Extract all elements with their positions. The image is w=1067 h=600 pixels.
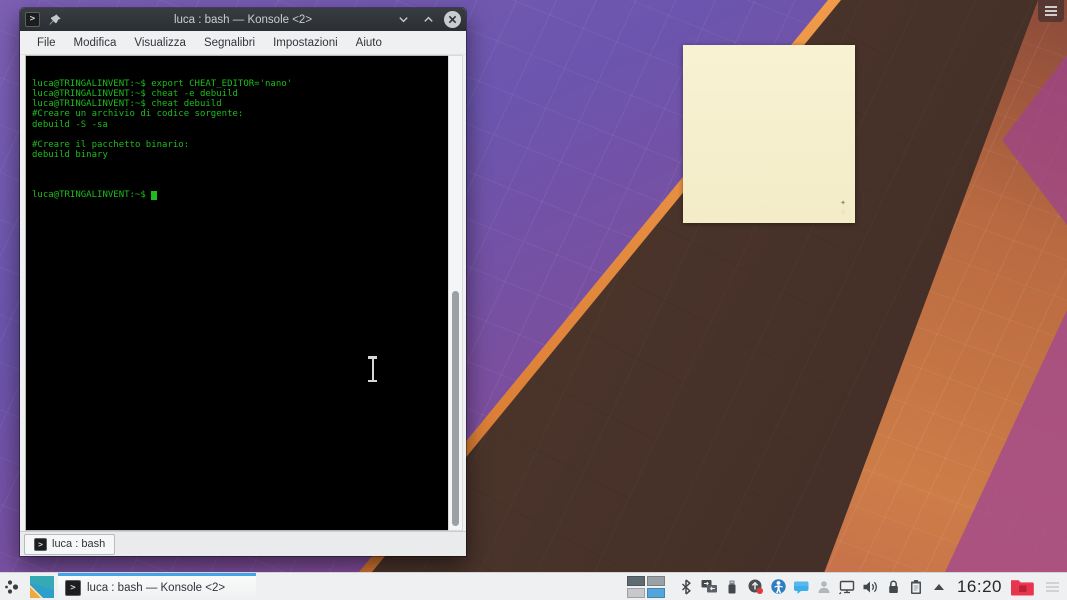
- pager-desktop-3[interactable]: [626, 587, 645, 598]
- expand-tray-icon[interactable]: [930, 576, 949, 598]
- tab-bar: > luca : bash: [20, 531, 466, 556]
- terminal-cursor: [151, 190, 158, 200]
- pager-desktop-2[interactable]: [646, 575, 665, 586]
- tab-label: luca : bash: [52, 538, 106, 550]
- chevron-up-icon: [423, 16, 433, 22]
- clipboard-icon[interactable]: [907, 576, 926, 598]
- menu-item[interactable]: Visualizza: [125, 37, 195, 49]
- terminal-line: luca@TRINGALINVENT:~$ export CHEAT_EDITO…: [32, 79, 293, 90]
- minimize-button[interactable]: [394, 11, 412, 29]
- activities-launcher[interactable]: [0, 573, 28, 600]
- terminal-line: luca@TRINGALINVENT:~$ cheat debuild: [32, 99, 222, 110]
- volume-icon[interactable]: [861, 576, 880, 598]
- menu-item[interactable]: File: [28, 37, 65, 49]
- display-icon[interactable]: [838, 576, 857, 598]
- konsole-tab-icon: >: [34, 537, 47, 551]
- menu-item[interactable]: Segnalibri: [195, 37, 264, 49]
- close-button[interactable]: [444, 11, 461, 28]
- terminal-prompt: luca@TRINGALINVENT:~$: [32, 190, 152, 201]
- info-center-icon[interactable]: [769, 576, 788, 598]
- terminal-scrollbar[interactable]: [448, 55, 463, 531]
- virtual-desktop-pager: [626, 575, 665, 598]
- window-titlebar[interactable]: > luca : bash — Konsole <2>: [20, 8, 466, 31]
- note-resize-icon[interactable]: ◌: [841, 209, 845, 216]
- menu-item[interactable]: Aiuto: [347, 37, 391, 49]
- menu-bar: File Modifica Visualizza Segnalibri Impostaz…: [20, 31, 466, 55]
- konsole-window-icon[interactable]: >: [25, 12, 40, 27]
- bluetooth-icon[interactable]: [677, 576, 696, 598]
- terminal-view[interactable]: luca@TRINGALINVENT:~$ export CHEAT_EDITO…: [25, 55, 448, 531]
- updates-icon[interactable]: [746, 576, 765, 598]
- pager-desktop-4-active[interactable]: [646, 587, 665, 598]
- task-label: luca : bash — Konsole <2>: [87, 582, 226, 594]
- lock-icon[interactable]: [884, 576, 903, 598]
- hamburger-icon: [1045, 6, 1057, 16]
- chevron-down-icon: [398, 17, 408, 23]
- sticky-note-widget[interactable]: ✦ ◌: [683, 45, 855, 223]
- user-icon[interactable]: [815, 576, 834, 598]
- terminal-line: debuild -S -sa: [32, 119, 108, 130]
- system-tray: [677, 576, 949, 598]
- note-settings-icon[interactable]: ✦: [840, 200, 846, 207]
- pin-icon[interactable]: [48, 13, 62, 27]
- taskbar-task-konsole[interactable]: > luca : bash — Konsole <2>: [58, 572, 256, 600]
- dots-arrow-icon: [5, 579, 19, 594]
- konsole-window: > luca : bash — Konsole <2> File Modific…: [20, 8, 466, 556]
- terminal-line: #Creare il pacchetto binario:: [32, 139, 190, 150]
- hamburger-icon: [1045, 581, 1059, 592]
- taskbar-panel: > luca : bash — Konsole <2> 16:20: [0, 572, 1067, 600]
- scrollbar-thumb[interactable]: [452, 291, 459, 526]
- terminal-line: debuild binary: [32, 149, 108, 160]
- pager-desktop-1[interactable]: [626, 575, 645, 586]
- maximize-button[interactable]: [419, 11, 437, 29]
- kickoff-launcher-icon: [30, 575, 54, 598]
- terminal-line: #Creare un archivio di codice sorgente:: [32, 109, 244, 120]
- digital-clock[interactable]: 16:20: [957, 577, 1002, 597]
- menu-item[interactable]: Impostazioni: [264, 37, 347, 49]
- screen-share-icon[interactable]: [700, 576, 719, 598]
- application-launcher[interactable]: [28, 573, 56, 600]
- terminal-line: luca@TRINGALINVENT:~$ cheat -e debuild: [32, 89, 238, 100]
- menu-item[interactable]: Modifica: [65, 37, 126, 49]
- folder-icon[interactable]: [1009, 575, 1035, 599]
- chat-icon[interactable]: [792, 576, 811, 598]
- close-icon: [448, 15, 457, 24]
- konsole-task-icon: >: [65, 580, 81, 596]
- terminal-tab[interactable]: > luca : bash: [24, 533, 116, 555]
- terminal-prompt-line: luca@TRINGALINVENT:~$: [32, 190, 448, 200]
- usb-device-icon[interactable]: [723, 576, 742, 598]
- desktop-toolbox-button[interactable]: [1038, 0, 1064, 22]
- panel-toolbox-button[interactable]: [1041, 576, 1063, 598]
- ibeam-mouse-cursor: [366, 356, 379, 382]
